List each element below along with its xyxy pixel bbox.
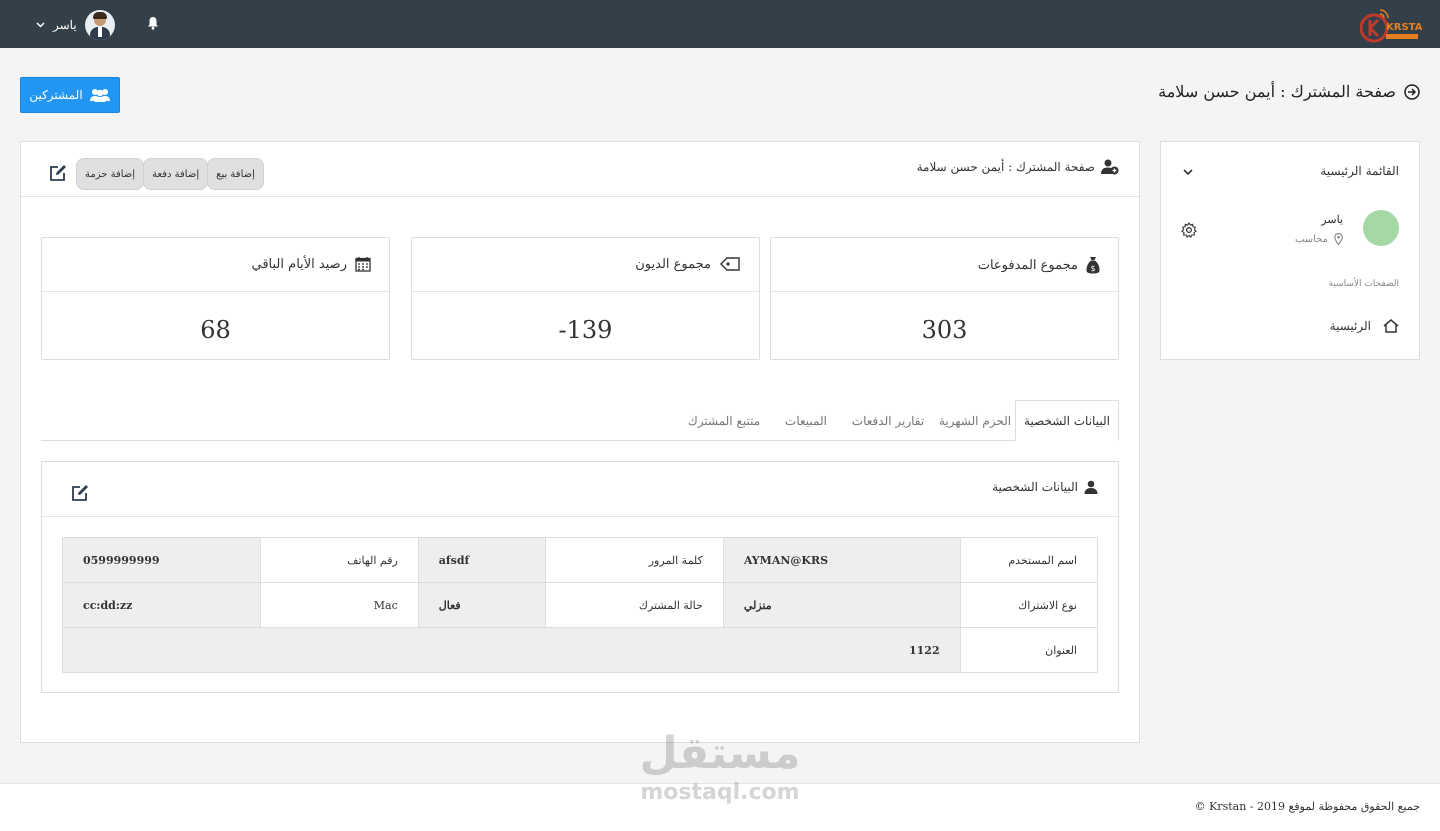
panel-title: صفحة المشترك : أيمن حسن سلامة (917, 159, 1119, 175)
field-label: اسم المستخدم (959, 537, 1099, 583)
edit-icon[interactable] (71, 484, 89, 502)
stat-label: مجموع الديون (635, 256, 711, 272)
tab-sales[interactable]: المبيعات (771, 400, 841, 441)
logo-text: KRSTAN (1386, 22, 1422, 33)
personal-data-title: البيانات الشخصية (992, 480, 1098, 494)
field-value: فعال (417, 582, 546, 628)
krstan-logo[interactable]: KRSTAN (1360, 6, 1422, 44)
calendar-icon (355, 257, 371, 272)
arrow-circle-right-icon[interactable] (1404, 83, 1420, 100)
stat-value: 303 (921, 316, 968, 344)
user-plus-icon (1101, 159, 1119, 175)
sidebar-item-label: الرئيسية (1329, 319, 1371, 333)
stat-label: مجموع المدفوعات (977, 257, 1078, 273)
personal-data-header: البيانات الشخصية (42, 462, 1118, 517)
top-navbar: ياسر KRSTAN (0, 0, 1440, 48)
table-row: اسم المستخدم AYMAN@KRS كلمة المرور afsdf… (62, 537, 1099, 583)
subscribers-button-label: المشتركين (29, 88, 83, 102)
subscriber-panel: صفحة المشترك : أيمن حسن سلامة إضافة حزمة… (20, 141, 1140, 743)
field-label: كلمة المرور (544, 537, 724, 583)
personal-data-table: اسم المستخدم AYMAN@KRS كلمة المرور afsdf… (62, 537, 1099, 673)
page-title-text: صفحة المشترك : أيمن حسن سلامة (1158, 82, 1396, 101)
sidebar: القائمة الرئيسية ياسر محاسب الصفحات الأس… (1160, 141, 1420, 360)
table-row: العنوان 1122 (62, 627, 1099, 673)
footer-copyright: جميع الحقوق محفوظة لموقع Krstan - 2019 © (1194, 800, 1420, 813)
home-icon (1383, 319, 1399, 333)
tab-personal-data[interactable]: البيانات الشخصية (1015, 400, 1119, 441)
sidebar-user-avatar (1363, 210, 1399, 246)
panel-title-text: صفحة المشترك : أيمن حسن سلامة (916, 160, 1095, 174)
subscriber-tabs: البيانات الشخصية الحزم الشهرية تقارير ال… (41, 400, 1119, 441)
bell-icon[interactable] (147, 16, 159, 30)
field-value: 0599999999 (62, 537, 261, 583)
field-value: AYMAN@KRS (722, 537, 961, 583)
address-value: 1122 (909, 643, 940, 657)
gear-icon[interactable] (1181, 222, 1197, 238)
field-label: Mac (259, 582, 419, 628)
tab-monthly-packages[interactable]: الحزم الشهرية (935, 400, 1015, 441)
edit-icon[interactable] (49, 164, 67, 182)
watermark-arabic: مستقل (639, 728, 801, 779)
personal-data-title-text: البيانات الشخصية (992, 480, 1078, 494)
sidebar-item-home[interactable]: الرئيسية (1330, 319, 1399, 333)
field-value: منزلي (722, 582, 961, 628)
tab-subscriber-tracker[interactable]: متتبع المشترك (677, 400, 771, 441)
field-value: cc:dd:zz (62, 582, 261, 628)
tag-icon (720, 257, 740, 271)
users-icon (89, 89, 110, 102)
user-avatar (84, 10, 115, 40)
sidebar-user-role-text: محاسب (1294, 233, 1328, 245)
field-label: العنوان (959, 627, 1099, 673)
field-value: afsdf (417, 537, 546, 583)
chevron-down-icon (36, 22, 45, 28)
sidebar-menu-title: القائمة الرئيسية (1320, 164, 1399, 178)
svg-text:$: $ (1090, 264, 1095, 273)
subscribers-button[interactable]: المشتركين (20, 77, 120, 113)
personal-data-panel: البيانات الشخصية اسم المستخدم AYMAN@KRS … (41, 461, 1119, 693)
field-value: 1122 (62, 627, 961, 673)
field-label: نوع الاشتراك (959, 582, 1099, 628)
page-title: صفحة المشترك : أيمن حسن سلامة (1158, 82, 1420, 101)
table-row: نوع الاشتراك منزلي حالة المشترك فعال Mac… (62, 582, 1099, 628)
stat-value: 68 (200, 316, 231, 344)
money-bag-icon: $ (1086, 257, 1100, 274)
field-label: رقم الهاتف (259, 537, 419, 583)
watermark-domain: mostaql.com (640, 780, 800, 805)
sidebar-user-name: ياسر (1321, 213, 1343, 226)
sidebar-user-role: محاسب (1295, 233, 1343, 245)
watermark: مستقل mostaql.com (632, 728, 808, 814)
total-payments-card: مجموع المدفوعات $ 303 (770, 237, 1119, 360)
panel-header: صفحة المشترك : أيمن حسن سلامة إضافة حزمة… (21, 142, 1139, 197)
action-buttons: إضافة حزمة إضافة دفعة إضافة بيع (76, 158, 264, 190)
add-sale-button[interactable]: إضافة بيع (207, 158, 264, 190)
sidebar-section-label: الصفحات الأساسية (1328, 279, 1399, 289)
header-user-name: ياسر (53, 18, 77, 32)
chevron-down-icon[interactable] (1183, 169, 1193, 175)
location-pin-icon (1334, 233, 1343, 245)
stat-value: -139 (558, 316, 613, 344)
stat-label: رصيد الأيام الباقي (251, 256, 348, 272)
remaining-days-card: رصيد الأيام الباقي 68 (41, 237, 390, 360)
field-label: حالة المشترك (544, 582, 724, 628)
add-payment-button[interactable]: إضافة دفعة (143, 158, 209, 190)
add-package-button[interactable]: إضافة حزمة (76, 158, 145, 190)
total-debts-card: مجموع الديون -139 (411, 237, 760, 360)
user-menu[interactable]: ياسر (36, 10, 115, 40)
tab-payment-reports[interactable]: تقارير الدفعات (841, 400, 935, 441)
user-icon (1084, 480, 1098, 494)
